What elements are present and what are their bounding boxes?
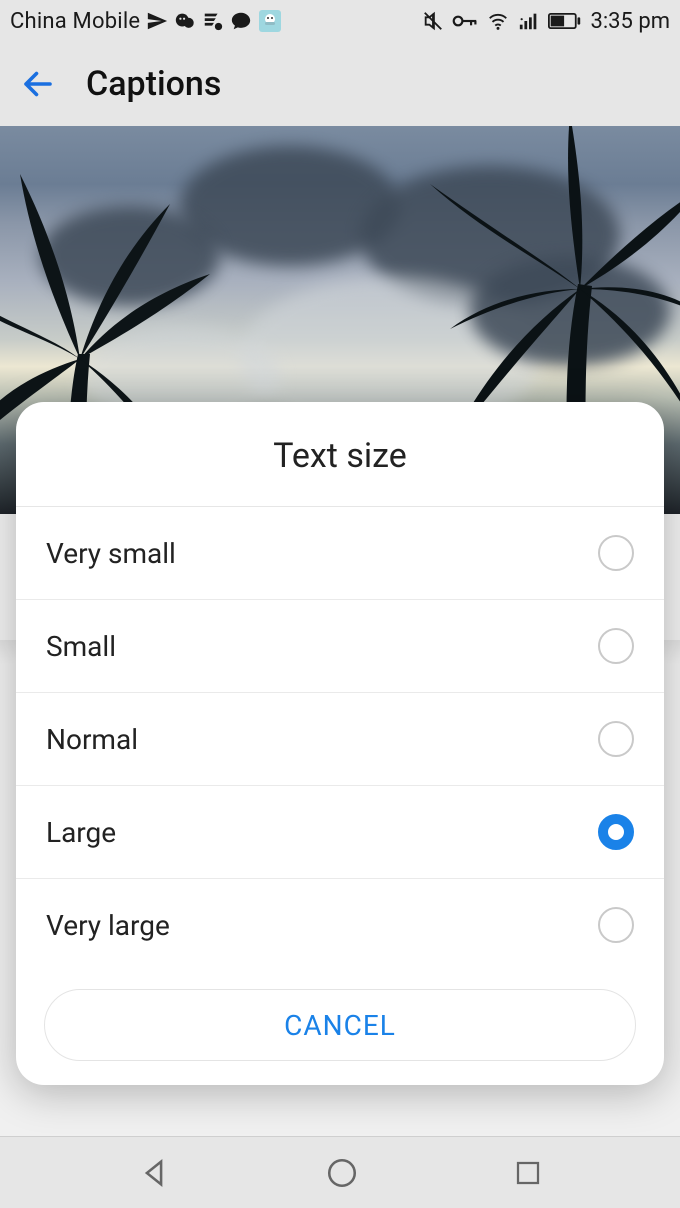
- radio-icon: [598, 721, 634, 757]
- option-label: Normal: [46, 723, 138, 756]
- wechat-icon: [174, 10, 196, 32]
- option-large[interactable]: Large: [16, 786, 664, 879]
- option-label: Large: [46, 816, 116, 849]
- nav-home-button[interactable]: [325, 1156, 359, 1190]
- dialog-title: Text size: [16, 402, 664, 507]
- back-button[interactable]: [20, 66, 56, 102]
- option-small[interactable]: Small: [16, 600, 664, 693]
- option-very-small[interactable]: Very small: [16, 507, 664, 600]
- option-label: Very small: [46, 537, 176, 570]
- system-nav-bar: [0, 1136, 680, 1208]
- carrier-label: China Mobile: [10, 9, 140, 34]
- page-title: Captions: [86, 64, 221, 104]
- option-very-large[interactable]: Very large: [16, 879, 664, 971]
- radio-icon: [598, 907, 634, 943]
- option-label: Very large: [46, 909, 170, 942]
- nav-back-button[interactable]: [137, 1156, 171, 1190]
- app-icon: [258, 9, 282, 33]
- radio-icon: [598, 628, 634, 664]
- stack-icon: [202, 10, 224, 32]
- radio-icon-selected: [598, 814, 634, 850]
- wifi-icon: [486, 10, 510, 32]
- radio-icon: [598, 535, 634, 571]
- mute-icon: [422, 10, 444, 32]
- vpn-key-icon: [452, 10, 478, 32]
- status-bar: China Mobile 3:35 pm: [0, 0, 680, 42]
- status-left: China Mobile: [10, 9, 282, 34]
- text-size-dialog: Text size Very small Small Normal Large …: [16, 402, 664, 1085]
- send-icon: [146, 10, 168, 32]
- option-label: Small: [46, 630, 116, 663]
- option-normal[interactable]: Normal: [16, 693, 664, 786]
- chat-bubble-icon: [230, 10, 252, 32]
- clock-label: 3:35 pm: [590, 9, 670, 34]
- signal-icon: [518, 10, 540, 32]
- cancel-label: CANCEL: [284, 1009, 396, 1042]
- status-right: 3:35 pm: [422, 9, 670, 34]
- cancel-button[interactable]: CANCEL: [44, 989, 636, 1061]
- nav-recent-button[interactable]: [513, 1158, 543, 1188]
- battery-icon: [548, 12, 582, 30]
- app-bar: Captions: [0, 42, 680, 126]
